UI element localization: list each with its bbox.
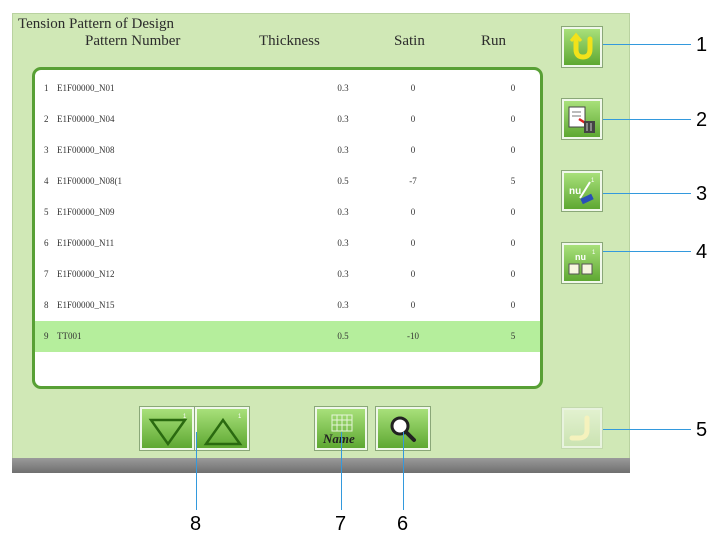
row-thickness: 0.5	[337, 176, 349, 186]
delete-trash-icon	[568, 106, 595, 133]
return-arrow-icon	[569, 415, 590, 441]
row-satin: 0	[410, 83, 416, 93]
callout-line-6	[403, 432, 404, 510]
callout-number-3: 3	[696, 183, 708, 205]
row-run: 0	[510, 207, 516, 217]
row-satin: -7	[409, 176, 417, 186]
row-pattern-number: E1F00000_N08	[57, 145, 115, 155]
row-satin: 0	[410, 238, 416, 248]
header-run: Run	[481, 33, 507, 49]
callout-number-2: 2	[696, 109, 708, 131]
row-run: 5	[510, 331, 516, 341]
row-pattern-number: E1F00000_N11	[57, 238, 115, 248]
row-index: 7	[44, 269, 49, 279]
row-index: 2	[44, 114, 49, 124]
delete-button[interactable]	[561, 98, 603, 140]
row-index: 3	[44, 145, 49, 155]
callout-line-4	[603, 251, 691, 252]
callout-number-5: 5	[696, 419, 708, 441]
row-satin: 0	[410, 145, 416, 155]
row-run: 0	[510, 238, 516, 248]
row-run: 5	[510, 176, 516, 186]
callout-number-7: 7	[335, 513, 347, 535]
row-thickness: 0.3	[337, 238, 349, 248]
magnifier-icon	[390, 416, 416, 442]
callout-line-2	[603, 119, 691, 120]
callout-line-3	[603, 193, 691, 194]
callout-line-8	[196, 432, 197, 510]
table-row[interactable]: 8 E1F00000_N15 0.3 0 0	[35, 290, 540, 321]
row-index: 4	[44, 176, 49, 186]
table-row[interactable]: 7 E1F00000_N12 0.3 0 0	[35, 259, 540, 290]
row-run: 0	[510, 300, 516, 310]
triangle-up-icon: 1	[203, 414, 243, 446]
row-run: 0	[510, 145, 516, 155]
table-row[interactable]: 6 E1F00000_N11 0.3 0 0	[35, 228, 540, 259]
callout-number-8: 8	[190, 513, 202, 535]
row-pattern-number: E1F00000_N01	[57, 83, 115, 93]
row-satin: 0	[410, 114, 416, 124]
copy-button[interactable]: nu 1	[561, 242, 603, 284]
row-thickness: 0.3	[337, 207, 349, 217]
callout-number-1: 1	[696, 34, 708, 56]
svg-text:nu: nu	[569, 186, 581, 197]
table-row[interactable]: 1 E1F00000_N01 0.3 0 0	[35, 73, 540, 104]
row-pattern-number: TT001	[57, 331, 82, 341]
confirm-button-disabled	[561, 407, 603, 449]
panel-title: Tension Pattern of Design	[18, 16, 175, 32]
row-satin: -10	[407, 331, 419, 341]
copy-pattern-icon: nu 1	[568, 250, 596, 275]
header-pattern-number: Pattern Number	[85, 33, 181, 49]
row-pattern-number: E1F00000_N04	[57, 114, 115, 124]
edit-pencil-icon: nu 1	[569, 178, 595, 205]
row-thickness: 0.3	[337, 83, 349, 93]
return-arrow-icon	[569, 32, 593, 60]
row-pattern-number: E1F00000_N08(1	[57, 176, 122, 186]
svg-text:1: 1	[238, 414, 242, 420]
back-button[interactable]	[561, 26, 603, 68]
header-satin: Satin	[394, 33, 425, 49]
table-row[interactable]: 5 E1F00000_N09 0.3 0 0	[35, 197, 540, 228]
row-index: 5	[44, 207, 49, 217]
row-pattern-number: E1F00000_N12	[57, 269, 115, 279]
row-run: 0	[510, 83, 516, 93]
callout-line-7	[341, 432, 342, 510]
row-thickness: 0.3	[337, 114, 349, 124]
row-index: 9	[44, 331, 49, 341]
table-row[interactable]: 3 E1F00000_N08 0.3 0 0	[35, 135, 540, 166]
row-pattern-number: E1F00000_N15	[57, 300, 115, 310]
row-index: 8	[44, 300, 49, 310]
row-pattern-number: E1F00000_N09	[57, 207, 115, 217]
svg-text:nu: nu	[575, 252, 586, 262]
row-index: 1	[44, 83, 49, 93]
row-run: 0	[510, 114, 516, 124]
row-run: 0	[510, 269, 516, 279]
svg-text:1: 1	[591, 178, 595, 184]
table-row[interactable]: 2 E1F00000_N04 0.3 0 0	[35, 104, 540, 135]
scroll-down-button[interactable]: 1	[139, 406, 195, 451]
table-row-selected[interactable]: 9 TT001 0.5 -10 5	[35, 321, 540, 352]
row-thickness: 0.3	[337, 300, 349, 310]
callout-number-6: 6	[397, 513, 409, 535]
row-thickness: 0.3	[337, 145, 349, 155]
scroll-up-button[interactable]: 1	[194, 406, 250, 451]
panel-bottom-bar	[12, 458, 630, 473]
row-satin: 0	[410, 300, 416, 310]
callout-line-1	[603, 44, 691, 45]
edit-button[interactable]: nu 1	[561, 170, 603, 212]
row-thickness: 0.3	[337, 269, 349, 279]
triangle-down-icon: 1	[148, 414, 188, 447]
pattern-list[interactable]: 1 E1F00000_N01 0.3 0 0 2 E1F00000_N04 0.…	[32, 67, 543, 389]
callout-line-5	[603, 429, 691, 430]
name-button-label: Name	[323, 431, 355, 446]
svg-text:1: 1	[592, 250, 596, 256]
table-row[interactable]: 4 E1F00000_N08(1 0.5 -7 5	[35, 166, 540, 197]
row-satin: 0	[410, 269, 416, 279]
row-satin: 0	[410, 207, 416, 217]
callout-number-4: 4	[696, 241, 708, 263]
row-thickness: 0.5	[337, 331, 349, 341]
header-thickness: Thickness	[259, 33, 320, 49]
row-index: 6	[44, 238, 49, 248]
